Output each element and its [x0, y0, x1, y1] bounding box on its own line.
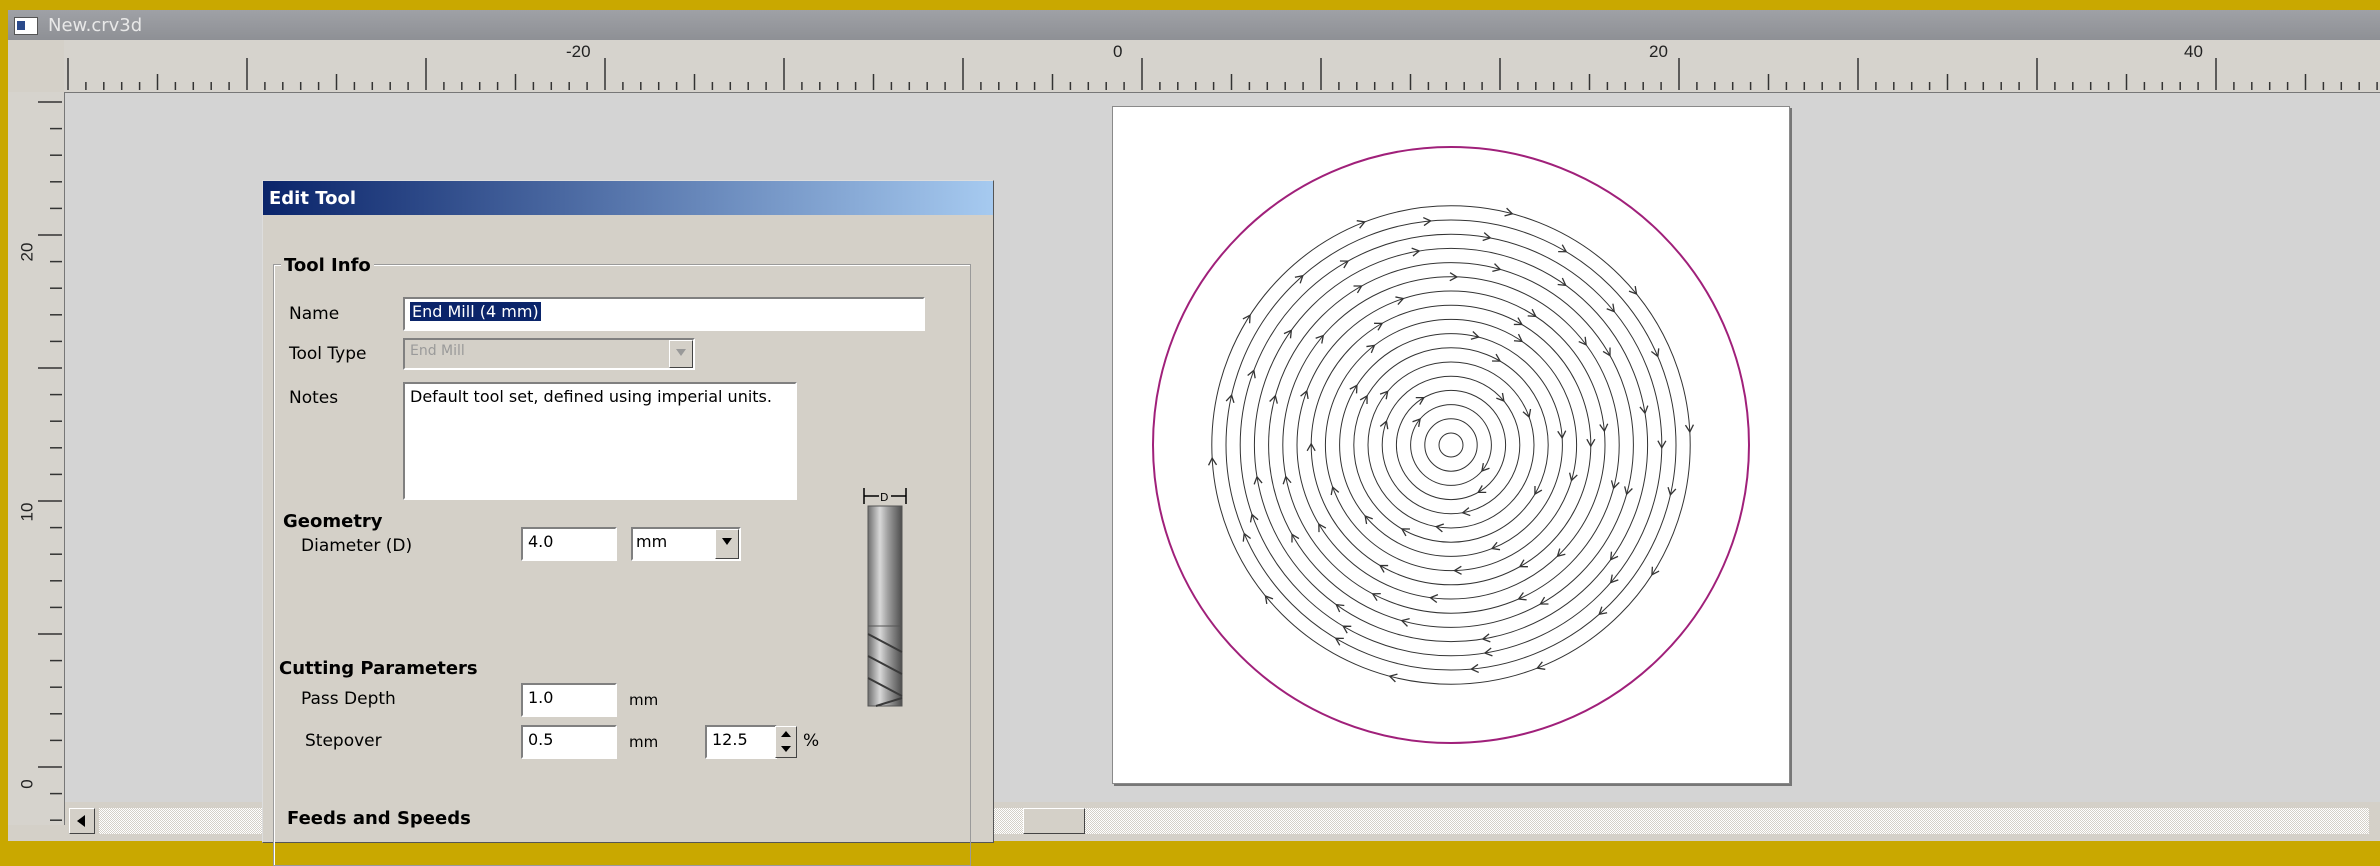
window-title: New.crv3d — [48, 15, 143, 36]
toolpath-ring — [1268, 262, 1634, 628]
toolpath-ring — [1324, 318, 1578, 572]
toolpath-ring — [1239, 233, 1663, 657]
stepover-value: 0.5 — [528, 730, 554, 749]
toolpath-ring — [1438, 432, 1464, 458]
toolpath-direction-arrow — [1539, 596, 1549, 605]
units-dropdown-icon[interactable] — [715, 529, 739, 559]
horizontal-ruler-ticks — [67, 58, 2378, 90]
toolpath-direction-arrow — [1374, 322, 1384, 331]
toolpath-direction-arrow — [1339, 260, 1350, 269]
toolpath-ring — [1211, 205, 1691, 685]
toolpath-direction-arrow — [1518, 559, 1528, 568]
dialog-title: Edit Tool — [269, 188, 357, 209]
toolpath-ring — [1253, 247, 1649, 643]
material-preview[interactable] — [1112, 106, 1790, 784]
diameter-label: Diameter (D) — [301, 536, 413, 556]
toolpath-direction-arrow — [1477, 485, 1487, 494]
vruler-label-0: 0 — [17, 779, 37, 789]
toolpath-direction-arrow — [1335, 603, 1345, 613]
toolpath-ring — [1367, 361, 1535, 529]
document-icon — [14, 17, 38, 35]
end-mill-diagram: D — [863, 488, 907, 707]
stepover-percent-value: 12.5 — [712, 730, 748, 749]
tool-info-heading: Tool Info — [281, 255, 374, 276]
toolpath-ring — [1339, 333, 1563, 557]
window-titlebar[interactable]: New.crv3d — [8, 10, 2380, 40]
toolpath-ring — [1381, 375, 1521, 515]
pass-depth-value: 1.0 — [528, 688, 554, 707]
vruler-label-10: 10 — [17, 502, 37, 522]
pass-depth-input[interactable]: 1.0 — [521, 683, 617, 717]
geometry-heading: Geometry — [283, 511, 383, 532]
toolpath-direction-arrow — [1602, 347, 1611, 357]
toolpath-ring — [1310, 304, 1592, 586]
stepover-input[interactable]: 0.5 — [521, 725, 617, 759]
hruler-label-neg20: -20 — [566, 42, 591, 61]
toolpath-direction-arrow — [1415, 396, 1425, 405]
dialog-titlebar[interactable]: Edit Tool — [263, 181, 993, 215]
toolpath-ring — [1353, 347, 1549, 543]
toolpath-direction-arrow — [1291, 533, 1300, 543]
toolpath-direction-arrow — [1557, 277, 1567, 287]
scroll-left-arrow-icon[interactable] — [69, 808, 95, 834]
stepover-unit: mm — [629, 733, 659, 751]
vertical-ruler-ticks — [38, 101, 62, 821]
notes-text: Default tool set, defined using imperial… — [410, 387, 772, 406]
toolpath-direction-arrow — [1283, 329, 1293, 339]
horizontal-ruler: -20 0 20 40 — [64, 40, 2380, 93]
hruler-label-0: 0 — [1113, 42, 1123, 61]
hruler-label-20: 20 — [1649, 42, 1668, 61]
toolpath-ring — [1410, 404, 1492, 486]
tool-type-dropdown-icon[interactable] — [669, 340, 693, 368]
name-input-selected-text: End Mill (4 mm) — [410, 302, 541, 321]
toolpath-direction-arrow — [1527, 308, 1537, 318]
percent-symbol: % — [803, 731, 820, 751]
toolpath-direction-arrow — [1651, 566, 1660, 576]
toolpath-direction-arrow — [1513, 333, 1524, 343]
name-input[interactable]: End Mill (4 mm) — [403, 297, 925, 331]
tool-type-value: End Mill — [410, 343, 465, 359]
notes-label: Notes — [289, 388, 339, 408]
vruler-label-20: 20 — [17, 242, 37, 262]
stepover-percent-spinner-icon[interactable] — [775, 726, 797, 758]
pass-depth-unit: mm — [629, 691, 659, 709]
hruler-label-40: 40 — [2184, 42, 2203, 61]
tool-type-select[interactable]: End Mill — [403, 338, 695, 370]
notes-textarea[interactable]: Default tool set, defined using imperial… — [403, 382, 797, 500]
toolpath-ring — [1282, 276, 1620, 614]
end-mill-icon: D — [862, 484, 910, 708]
toolpath-preview — [1152, 146, 1750, 744]
stepover-label: Stepover — [305, 731, 382, 751]
cutting-parameters-heading: Cutting Parameters — [279, 658, 478, 679]
vertical-ruler: 20 10 0 — [8, 92, 65, 825]
pass-depth-label: Pass Depth — [301, 689, 396, 709]
ruler-corner — [8, 40, 65, 93]
toolpath-ring — [1395, 389, 1507, 501]
scroll-thumb[interactable] — [1023, 808, 1085, 834]
toolpath-direction-arrow — [1318, 522, 1327, 533]
diameter-marker: D — [880, 491, 888, 504]
toolpath-direction-arrow — [1353, 285, 1363, 294]
units-value: mm — [636, 532, 668, 551]
name-label: Name — [289, 304, 340, 324]
toolpath-ring — [1424, 418, 1478, 472]
diameter-value: 4.0 — [528, 532, 554, 551]
stepover-percent-input[interactable]: 12.5 — [705, 725, 777, 759]
feeds-speeds-heading: Feeds and Speeds — [287, 808, 471, 829]
diameter-input[interactable]: 4.0 — [521, 527, 617, 561]
toolpath-direction-arrow — [1242, 314, 1251, 324]
tool-type-label: Tool Type — [289, 344, 367, 364]
toolpath-ring — [1225, 219, 1677, 671]
toolpath-direction-arrow — [1609, 551, 1619, 561]
